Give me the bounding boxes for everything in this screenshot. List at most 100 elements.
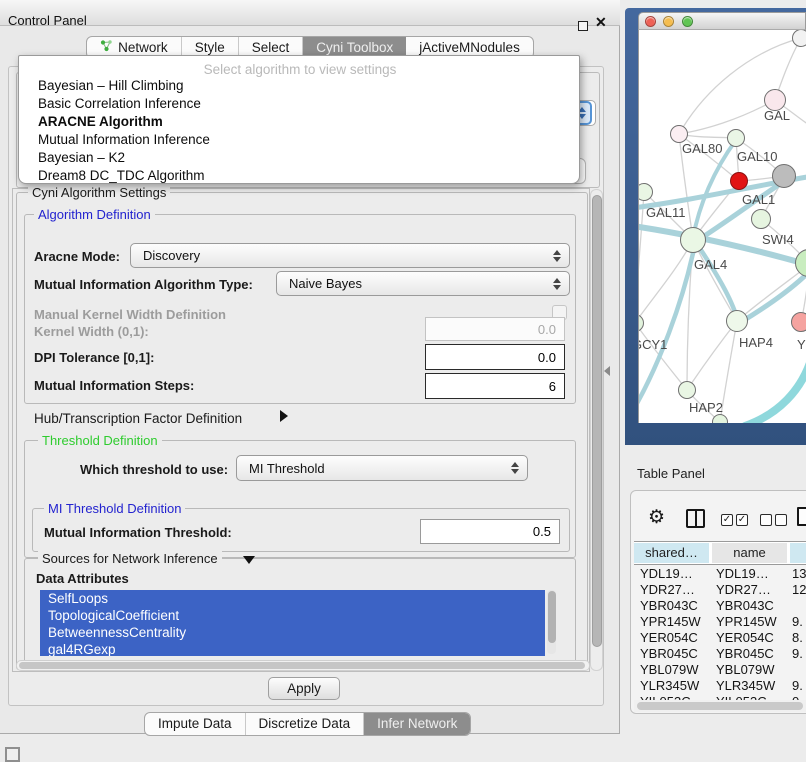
mi-steps-label: Mutual Information Steps: [34, 378, 194, 393]
file-icon[interactable] [797, 507, 806, 526]
which-threshold-combo[interactable]: MI Threshold [236, 455, 528, 481]
list-item[interactable]: SelfLoops [40, 590, 545, 607]
dropdown-item[interactable]: Dream8 DC_TDC Algorithm [21, 167, 577, 185]
mi-threshold-group-title: MI Threshold Definition [44, 501, 185, 516]
close-traffic-light[interactable] [645, 16, 656, 27]
cytoscape-screen: Control Panel ✕ Network Style Select Cyn… [0, 0, 806, 762]
mi-threshold-input[interactable]: 0.5 [420, 519, 560, 544]
horizontal-scrollbar[interactable] [16, 660, 590, 671]
hub-section-label: Hub/Transcription Factor Definition [34, 411, 242, 426]
network-node[interactable] [772, 164, 796, 188]
algorithm-definition-title: Algorithm Definition [34, 207, 155, 222]
horizontal-scrollbar-thumb[interactable] [19, 662, 585, 669]
settings-scrollbar-thumb[interactable] [592, 195, 602, 647]
network-edges [639, 30, 806, 423]
node-label: GAL [764, 108, 790, 123]
combo-stepper-icon [553, 250, 561, 262]
table-row[interactable]: YPR145WYPR145W9. [634, 614, 806, 630]
dropdown-item[interactable]: Basic Correlation Inference [21, 95, 577, 113]
network-node[interactable] [751, 209, 771, 229]
table-row[interactable]: YDL19…YDL19…13 [634, 566, 806, 582]
dropdown-hint: Select algorithm to view settings [19, 62, 581, 77]
node-label: SWI4 [762, 232, 794, 247]
node-label: GAL4 [694, 257, 727, 272]
table-row[interactable]: YDR27…YDR27…12 [634, 582, 806, 598]
table-row[interactable]: YBL079WYBL079W [634, 662, 806, 678]
node-label: GCY1 [638, 337, 667, 352]
mi-type-combo[interactable]: Naive Bayes [276, 271, 570, 296]
apply-button[interactable]: Apply [268, 677, 340, 700]
collapse-arrow-icon[interactable] [243, 556, 255, 564]
threshold-definition-title: Threshold Definition [38, 433, 162, 448]
column-header-partial[interactable] [790, 543, 806, 563]
list-scrollbar-thumb[interactable] [548, 591, 556, 643]
combo-stepper-icon [511, 462, 519, 474]
tab-infer-network[interactable]: Infer Network [364, 713, 470, 735]
aracne-mode-combo[interactable]: Discovery [130, 243, 570, 268]
tab-discretize-data[interactable]: Discretize Data [246, 713, 365, 735]
network-node[interactable] [726, 310, 748, 332]
table-row[interactable]: YBR043CYBR043C [634, 598, 806, 614]
network-canvas[interactable]: GAL GAL80 GAL10 GAL1 GAL11 SWI4 GAL4 GCY… [638, 30, 806, 423]
table-row[interactable]: YBR045CYBR045C9. [634, 646, 806, 662]
network-node[interactable] [791, 312, 806, 332]
dropdown-item[interactable]: Bayesian – K2 [21, 149, 577, 167]
node-label: HAP2 [689, 400, 723, 415]
dropdown-item[interactable]: Mutual Information Inference [21, 131, 577, 149]
gear-icon[interactable]: ⚙ [648, 506, 665, 529]
node-label: GAL80 [682, 141, 722, 156]
unchecked-box-icon[interactable] [760, 514, 772, 526]
dpi-tolerance-input[interactable]: 0.0 [425, 344, 565, 370]
mi-type-label: Mutual Information Algorithm Type: [34, 277, 253, 292]
network-node[interactable] [678, 381, 696, 399]
combo-stepper-icon [553, 278, 561, 290]
close-icon[interactable]: ✕ [595, 14, 607, 31]
expand-arrow-icon[interactable] [280, 410, 288, 422]
control-panel-title: Control Panel [8, 13, 87, 28]
table-row[interactable]: YER054CYER054C8. [634, 630, 806, 646]
network-node[interactable] [727, 129, 745, 147]
control-panel-titlebar [0, 0, 620, 26]
tab-impute-data[interactable]: Impute Data [145, 713, 246, 735]
checked-box-icon[interactable]: ✓ [736, 514, 748, 526]
minimize-traffic-light[interactable] [663, 16, 674, 27]
sources-group-title: Sources for Network Inference [38, 551, 222, 566]
cyni-settings-group-title: Cyni Algorithm Settings [28, 185, 170, 200]
column-header-shared[interactable]: shared… [634, 543, 709, 563]
data-attributes-label: Data Attributes [36, 571, 129, 586]
dropdown-item-selected[interactable]: ARACNE Algorithm [21, 113, 577, 131]
dpi-tolerance-label: DPI Tolerance [0,1]: [34, 350, 154, 365]
node-label: GAL10 [737, 149, 777, 164]
mi-threshold-label: Mutual Information Threshold: [44, 525, 232, 540]
algorithm-dropdown: Select algorithm to view settings Bayesi… [18, 55, 580, 184]
node-label: GAL11 [646, 205, 686, 220]
list-item[interactable]: BetweennessCentrality [40, 624, 545, 641]
node-label: HAP4 [739, 335, 773, 350]
network-node[interactable] [792, 30, 806, 47]
node-label: Y [797, 337, 806, 352]
table-row[interactable]: YLR345WYLR345W9. [634, 678, 806, 694]
list-scrollbar[interactable] [547, 590, 556, 654]
column-header-name[interactable]: name [712, 543, 787, 563]
columns-icon[interactable] [686, 509, 705, 528]
cyni-bottom-tabs: Impute Data Discretize Data Infer Networ… [144, 712, 471, 736]
checked-box-icon[interactable]: ✓ [721, 514, 733, 526]
mi-steps-input[interactable]: 6 [425, 373, 565, 399]
table-horizontal-scrollbar[interactable] [634, 700, 806, 712]
zoom-traffic-light[interactable] [682, 16, 693, 27]
network-node[interactable] [712, 414, 728, 423]
network-node[interactable] [680, 227, 706, 253]
unchecked-box-icon[interactable] [775, 514, 787, 526]
list-item[interactable]: TopologicalCoefficient [40, 607, 545, 624]
data-attributes-list: SelfLoops TopologicalCoefficient Between… [40, 590, 556, 656]
table-horizontal-scrollbar-thumb[interactable] [637, 702, 803, 710]
float-window-icon[interactable] [578, 21, 588, 31]
splitter-arrow-icon[interactable] [604, 366, 610, 376]
kernel-width-input[interactable]: 0.0 [425, 317, 565, 341]
dock-square-icon[interactable] [5, 747, 20, 762]
network-node-gal1[interactable] [730, 172, 748, 190]
table-body: YDL19…YDL19…13 YDR27…YDR27…12 YBR043CYBR… [634, 566, 806, 700]
dropdown-item[interactable]: Bayesian – Hill Climbing [21, 77, 577, 95]
list-item[interactable]: gal4RGexp [40, 641, 545, 656]
kernel-width-label: Kernel Width (0,1): [34, 324, 149, 339]
